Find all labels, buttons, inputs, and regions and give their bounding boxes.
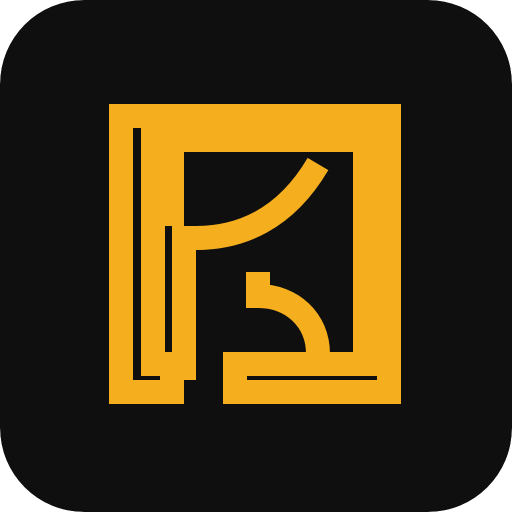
logo-stub xyxy=(160,140,184,226)
app-icon xyxy=(0,0,512,512)
k-monogram-logo-icon xyxy=(0,0,512,512)
app-icon-background xyxy=(0,0,512,512)
